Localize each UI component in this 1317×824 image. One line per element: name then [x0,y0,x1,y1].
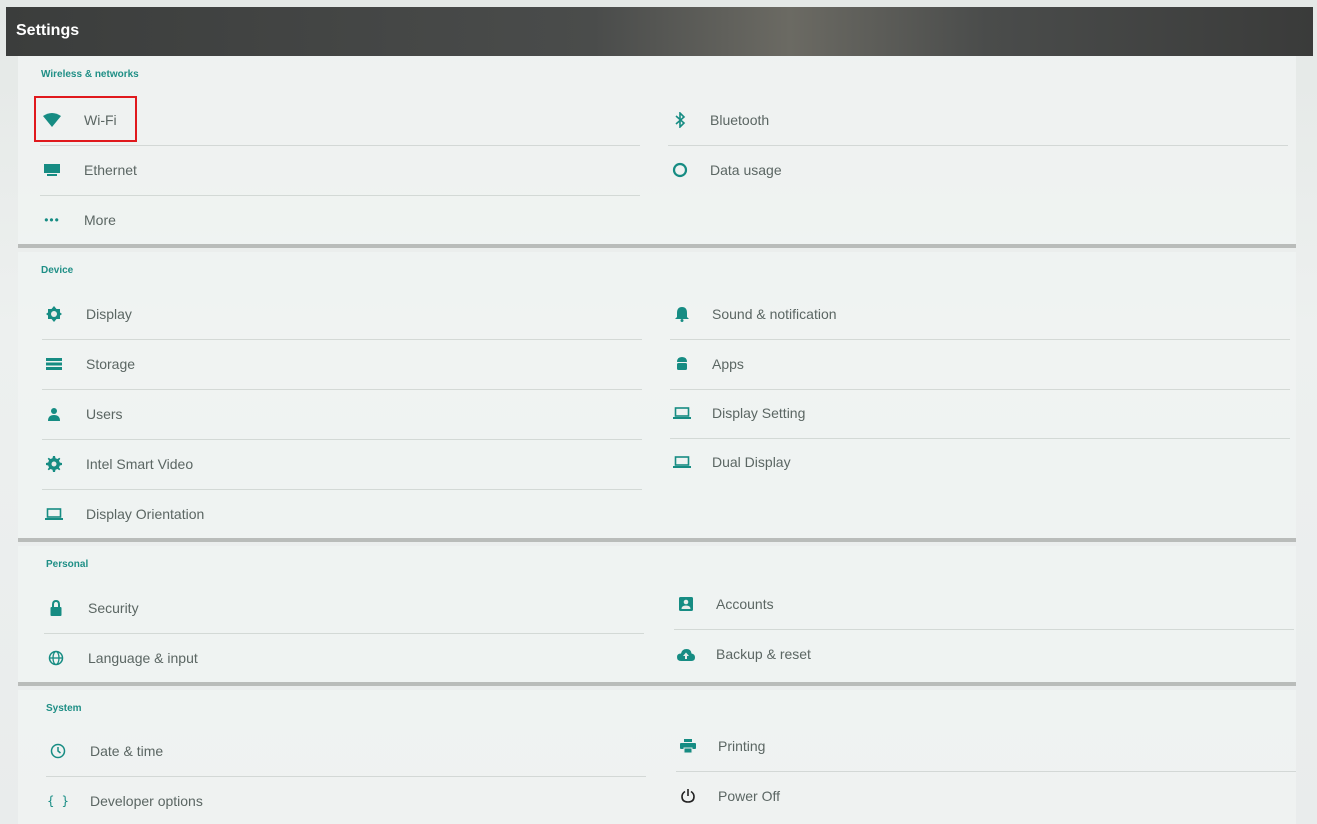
settings-screen: Settings Wireless & networks Wi-Fi Ether… [0,0,1317,824]
settings-item-label: Sound & notification [712,306,837,322]
printer-icon [676,734,700,758]
person-icon [42,402,66,426]
wifi-highlight-box [34,96,137,142]
section-system: System Date & time { } Developer options… [18,690,1296,824]
storage-icon [42,352,66,376]
globe-icon [44,646,68,670]
clock-icon [46,739,70,763]
section-header-wireless-networks: Wireless & networks [41,69,139,80]
settings-item-label: Dual Display [712,454,791,470]
settings-item-label: Power Off [718,788,780,804]
data-usage-icon [668,158,692,182]
settings-content: Wireless & networks Wi-Fi Ethernet ••• M… [18,56,1296,824]
settings-item-sound-notification[interactable]: Sound & notification [670,294,1270,334]
settings-item-label: Display [86,306,132,322]
settings-item-data-usage[interactable]: Data usage [668,150,1268,190]
settings-item-more[interactable]: ••• More [40,200,640,240]
section-personal: Personal Security Language & input Accou… [18,546,1296,686]
settings-item-label: Users [86,406,123,422]
account-box-icon [674,592,698,616]
lock-icon [44,596,68,620]
app-bar: Settings [6,7,1313,56]
ethernet-icon [40,158,64,182]
settings-item-security[interactable]: Security [44,588,644,628]
settings-item-label: Date & time [90,743,164,759]
section-header-personal: Personal [46,559,89,570]
power-icon [676,784,700,808]
braces-icon: { } [47,794,69,808]
section-device: Device Display Storage Users Intel Smart… [18,252,1296,542]
settings-item-users[interactable]: Users [42,394,642,434]
settings-item-accounts[interactable]: Accounts [674,584,1274,624]
section-wireless-networks: Wireless & networks Wi-Fi Ethernet ••• M… [18,56,1296,248]
settings-item-display[interactable]: Display [42,294,642,334]
settings-item-label: Printing [718,738,766,754]
settings-item-label: Language & input [88,650,198,666]
settings-item-dual-display[interactable]: Dual Display [670,442,1270,482]
settings-item-label: Intel Smart Video [86,456,194,472]
settings-item-backup-reset[interactable]: Backup & reset [674,634,1274,674]
settings-item-display-setting[interactable]: Display Setting [670,393,1270,433]
gear-icon [42,452,66,476]
section-header-device: Device [41,265,74,276]
settings-item-label: Display Setting [712,405,806,421]
settings-item-label: Backup & reset [716,646,811,662]
settings-item-label: Display Orientation [86,506,205,522]
settings-item-apps[interactable]: Apps [670,344,1270,384]
brightness-icon [42,302,66,326]
settings-item-label: Bluetooth [710,112,770,128]
settings-item-label: More [84,212,116,228]
settings-item-bluetooth[interactable]: Bluetooth [668,100,1268,140]
android-icon [670,352,694,376]
laptop-icon [42,502,66,526]
settings-item-storage[interactable]: Storage [42,344,642,384]
settings-item-language-input[interactable]: Language & input [44,638,644,678]
bell-icon [670,302,694,326]
more-icon: ••• [44,213,60,227]
settings-item-ethernet[interactable]: Ethernet [40,150,640,190]
section-header-system: System [46,703,82,714]
settings-item-label: Security [88,600,139,616]
laptop-icon [670,401,694,425]
settings-item-label: Ethernet [84,162,137,178]
settings-item-date-time[interactable]: Date & time [46,731,646,771]
settings-item-power-off[interactable]: Power Off [676,776,1276,816]
bluetooth-icon [668,108,692,132]
settings-item-label: Storage [86,356,136,372]
settings-item-printing[interactable]: Printing [676,726,1276,766]
settings-item-intel-smart-video[interactable]: Intel Smart Video [42,444,642,484]
settings-item-label: Apps [712,356,744,372]
settings-item-label: Developer options [90,793,203,809]
cloud-upload-icon [674,642,698,666]
laptop-icon [670,450,694,474]
settings-item-display-orientation[interactable]: Display Orientation [42,494,642,534]
app-bar-title: Settings [16,22,80,39]
settings-item-label: Accounts [716,596,774,612]
settings-item-developer-options[interactable]: { } Developer options [46,781,646,821]
settings-item-label: Data usage [710,162,782,178]
